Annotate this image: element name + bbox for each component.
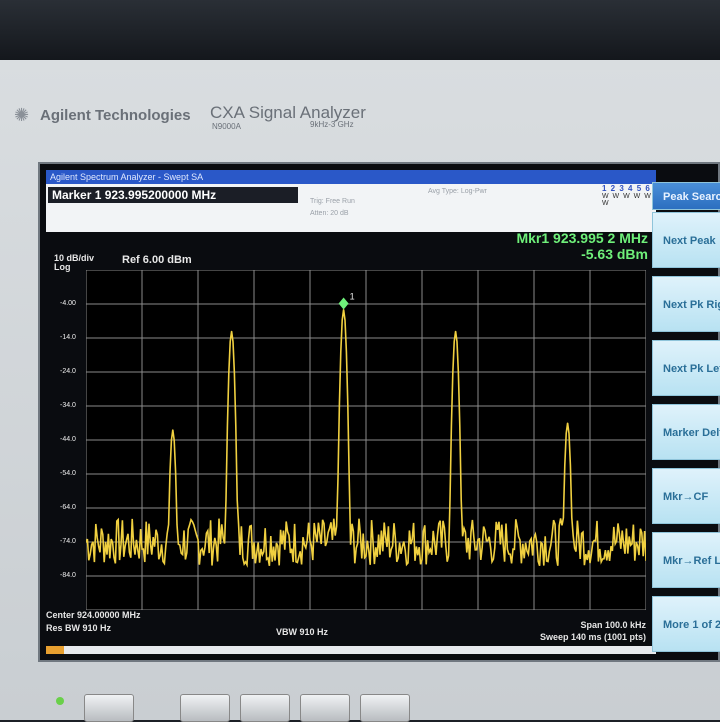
vbw: VBW 910 Hz (276, 627, 329, 637)
front-button-3[interactable] (300, 694, 350, 722)
brand-panel: ✺ Agilent Technologies CXA Signal Analyz… (14, 103, 394, 133)
spectrum-peak-point (455, 330, 457, 332)
power-button[interactable] (84, 694, 134, 722)
front-button-4[interactable] (360, 694, 410, 722)
spectrum-peak-point (231, 330, 233, 332)
marker-1-label: 1 (350, 292, 355, 302)
trace-indicator: 1 2 3 4 5 6 W W W W W W (602, 184, 654, 214)
spectrum-peak-point (567, 422, 569, 424)
softkey-mkr-cf[interactable]: Mkr→CF (652, 468, 720, 524)
y-tick-label: -14.0 (60, 334, 76, 341)
trace-numbers: 1 2 3 4 5 6 (602, 184, 651, 193)
marker-readout-level: -5.63 dBm (581, 246, 648, 262)
avg-type-info: Avg Type: Log-Pwr (428, 188, 487, 195)
y-tick-label: -74.0 (60, 538, 76, 545)
softkey-next-pk-right[interactable]: Next Pk Right (652, 276, 720, 332)
center-frequency: Center 924.00000 MHz (46, 610, 141, 620)
spectrum-svg: 1 (86, 270, 646, 610)
ref-level: Ref 6.00 dBm (122, 254, 192, 266)
softkey-panel: Peak Search Next Peak Next Pk Right Next… (652, 182, 720, 652)
background-top (0, 0, 720, 60)
y-tick-label: -84.0 (60, 572, 76, 579)
marker-readout-freq: Mkr1 923.995 2 MHz (516, 230, 648, 246)
marker-frequency[interactable]: Marker 1 923.995200000 MHz (48, 187, 298, 203)
softkey-next-pk-left[interactable]: Next Pk Left (652, 340, 720, 396)
trace-types: W W W W W W (602, 193, 652, 207)
y-tick-label: -54.0 (60, 470, 76, 477)
y-tick-label: -4.00 (60, 300, 76, 307)
status-msg-indicator (46, 646, 64, 654)
sweep-time: Sweep 140 ms (1001 pts) (539, 632, 646, 642)
trigger-info: Trig: Free Run (310, 198, 355, 205)
softkey-next-peak[interactable]: Next Peak (652, 212, 720, 268)
attenuation-info: Atten: 20 dB (310, 210, 349, 217)
y-tick-label: -34.0 (60, 402, 76, 409)
y-tick-label: -44.0 (60, 436, 76, 443)
brand-name: Agilent Technologies (40, 107, 191, 124)
softkey-marker-delta[interactable]: Marker Delta (652, 404, 720, 460)
softkey-mkr-ref[interactable]: Mkr→Ref Lvl (652, 532, 720, 588)
res-bw: Res BW 910 Hz (46, 623, 112, 633)
freq-range: 9kHz-3 GHz (310, 120, 354, 129)
model-number: N9000A (212, 122, 241, 131)
analyzer-screen: Agilent Spectrum Analyzer - Swept SA Mar… (38, 162, 720, 662)
span: Span 100.0 kHz (580, 620, 646, 630)
y-tick-label: -64.0 (60, 504, 76, 511)
info-bar: Marker 1 923.995200000 MHz Trig: Free Ru… (46, 184, 656, 232)
softkey-menu-title: Peak Search (652, 182, 720, 210)
marker-readout: Mkr1 923.995 2 MHz -5.63 dBm (516, 230, 648, 262)
front-panel-buttons (60, 686, 660, 722)
front-button-2[interactable] (240, 694, 290, 722)
marker-1-diamond[interactable] (338, 297, 349, 310)
spectrum-peak-point (172, 429, 174, 431)
y-tick-label: -24.0 (60, 368, 76, 375)
status-bar (46, 646, 656, 654)
spectrum-plot: 1 (86, 270, 646, 610)
front-button-1[interactable] (180, 694, 230, 722)
window-title: Agilent Spectrum Analyzer - Swept SA (46, 170, 656, 184)
agilent-logo-icon: ✺ (14, 105, 30, 125)
softkey-more[interactable]: More 1 of 2 (652, 596, 720, 652)
